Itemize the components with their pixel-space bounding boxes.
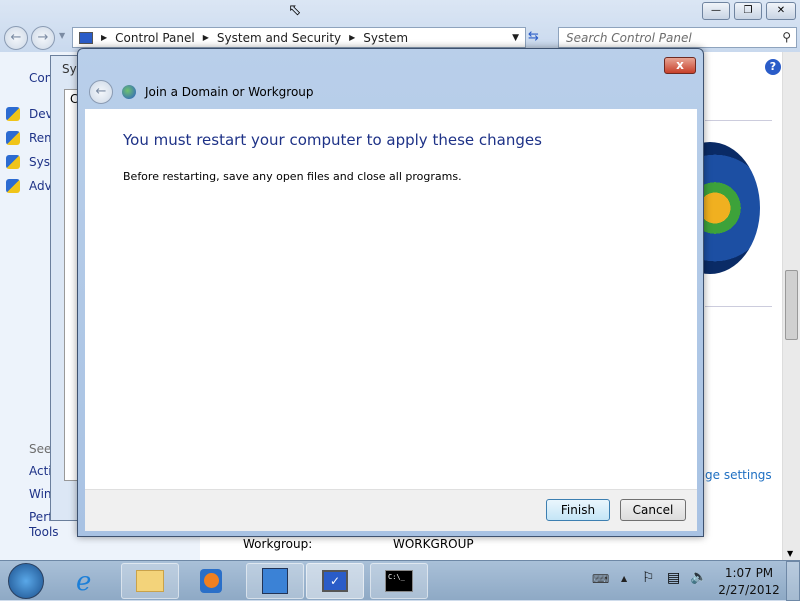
search-input[interactable]: Search Control Panel ⚲ <box>558 27 797 48</box>
breadcrumb-system[interactable]: System <box>363 31 408 45</box>
start-button[interactable] <box>8 563 44 599</box>
scrollbar-thumb[interactable] <box>785 270 798 340</box>
link-performance[interactable]: Perf <box>29 510 52 524</box>
control-panel-home-link[interactable]: Con <box>29 71 52 85</box>
help-icon[interactable]: ? <box>765 59 781 75</box>
recent-pages-icon[interactable]: ▼ <box>59 31 65 40</box>
workgroup-value: WORKGROUP <box>393 537 474 551</box>
network-icon[interactable]: ▤ <box>667 570 680 586</box>
scroll-down-icon[interactable]: ▼ <box>787 549 793 558</box>
taskbar: e ✓ C:\_ ⌨ ▲ ⚐ ▤ 🔈 1:07 PM 2/27/2012 <box>0 560 800 601</box>
folder-icon <box>136 570 164 592</box>
mouse-cursor-icon: ⬁ <box>288 0 302 19</box>
address-bar[interactable]: ▶ Control Panel ▶ System and Security ▶ … <box>72 27 526 48</box>
back-button[interactable]: ← <box>4 26 28 50</box>
chevron-right-icon: ▶ <box>202 33 209 42</box>
task-advanced-settings[interactable]: Adv <box>29 179 52 193</box>
restart-message: Before restarting, save any open files a… <box>123 170 462 183</box>
minimize-button[interactable]: — <box>702 2 730 20</box>
computer-icon <box>79 31 93 44</box>
workgroup-label: Workgroup: <box>243 537 313 551</box>
network-user-icon <box>122 85 136 99</box>
change-settings-link[interactable]: ge settings <box>705 468 772 482</box>
restart-heading: You must restart your computer to apply … <box>123 131 542 149</box>
shield-icon <box>6 179 20 193</box>
refresh-icon[interactable]: ⇆ <box>528 29 539 44</box>
search-icon[interactable]: ⚲ <box>782 30 791 44</box>
show-hidden-icons[interactable]: ▲ <box>621 574 627 583</box>
shield-icon <box>6 107 20 121</box>
finish-button[interactable]: Finish <box>546 499 610 521</box>
clock-date[interactable]: 2/27/2012 <box>715 583 783 597</box>
breadcrumb-system-security[interactable]: System and Security <box>217 31 341 45</box>
taskbar-command-prompt[interactable]: C:\_ <box>370 563 428 599</box>
close-window-button[interactable]: ✕ <box>766 2 796 20</box>
clock-time[interactable]: 1:07 PM <box>715 566 783 580</box>
link-action-center[interactable]: Acti <box>29 464 52 478</box>
taskbar-windows-explorer[interactable] <box>121 563 179 599</box>
cancel-button[interactable]: Cancel <box>620 499 686 521</box>
divider <box>705 306 772 307</box>
action-center-flag-icon[interactable]: ⚐ <box>642 570 655 586</box>
maximize-button[interactable]: ❐ <box>734 2 762 20</box>
see-also-heading: See <box>29 442 52 456</box>
chevron-right-icon: ▶ <box>349 33 356 42</box>
breadcrumb-control-panel[interactable]: Control Panel <box>115 31 195 45</box>
join-domain-dialog: x ← Join a Domain or Workgroup You must … <box>77 48 704 537</box>
taskbar-control-panel[interactable] <box>246 563 304 599</box>
link-windows-update[interactable]: Win <box>29 487 52 501</box>
dialog-close-button[interactable]: x <box>664 57 696 74</box>
volume-icon[interactable]: 🔈 <box>690 569 707 585</box>
forward-button[interactable]: → <box>31 26 55 50</box>
control-panel-icon <box>262 568 288 594</box>
shield-icon <box>6 131 20 145</box>
command-prompt-icon: C:\_ <box>385 570 413 592</box>
show-desktop-button[interactable] <box>786 561 800 601</box>
shield-icon <box>6 155 20 169</box>
chevron-right-icon: ▶ <box>101 33 108 42</box>
link-performance-tools[interactable]: Tools <box>29 525 59 539</box>
system-icon: ✓ <box>322 570 348 592</box>
dialog-title: Join a Domain or Workgroup <box>145 85 314 99</box>
taskbar-system-properties[interactable]: ✓ <box>306 563 364 599</box>
media-player-icon[interactable] <box>200 569 222 593</box>
dialog-footer: Finish Cancel <box>85 489 697 531</box>
dialog-back-button[interactable]: ← <box>89 80 113 104</box>
divider <box>705 120 772 121</box>
keyboard-icon[interactable]: ⌨ <box>592 572 609 586</box>
dropdown-icon[interactable]: ▼ <box>512 33 519 43</box>
search-placeholder: Search Control Panel <box>566 31 692 45</box>
dialog-body: You must restart your computer to apply … <box>85 109 697 490</box>
vertical-scrollbar[interactable]: ▼ <box>782 52 800 560</box>
internet-explorer-icon[interactable]: e <box>76 567 91 597</box>
